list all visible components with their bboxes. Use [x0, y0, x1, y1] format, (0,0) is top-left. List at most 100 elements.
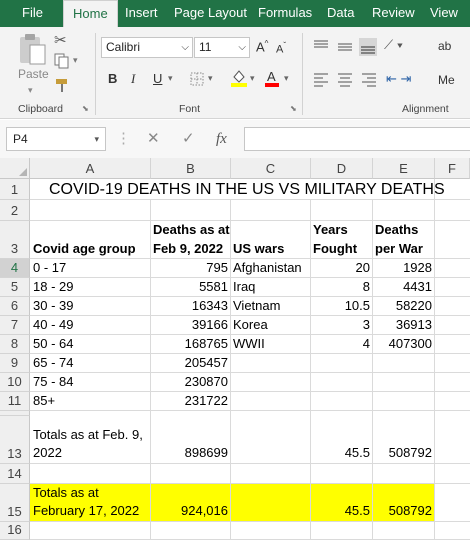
indent-icon[interactable]: ⇤ ⇥ [386, 71, 411, 87]
tab-file[interactable]: File [22, 0, 43, 27]
italic-button[interactable]: I [131, 71, 135, 87]
paste-dropdown-icon[interactable]: ▾ [28, 85, 33, 96]
row-header-13[interactable]: 13 [0, 416, 30, 464]
tab-formulas[interactable]: Formulas [258, 0, 312, 27]
table-cell[interactable]: 230870 [151, 373, 231, 391]
row-header-7[interactable]: 7 [0, 316, 30, 335]
header-us-wars[interactable]: US wars [230, 240, 287, 258]
table-cell[interactable]: 58220 [373, 297, 435, 315]
totals-feb9-label-line1[interactable]: Totals as at Feb. 9, [30, 426, 146, 444]
increase-font-button[interactable]: A^ [256, 39, 268, 54]
table-cell[interactable]: Afghanistan [230, 259, 305, 277]
table-cell[interactable]: 85+ [30, 392, 58, 410]
insert-function-icon[interactable]: fx [216, 127, 227, 151]
decrease-font-button[interactable]: Aˇ [276, 41, 286, 56]
table-cell[interactable]: 231722 [151, 392, 231, 410]
paste-button[interactable] [16, 33, 48, 67]
totals-feb17-label-line2[interactable]: February 17, 2022 [30, 502, 142, 520]
tab-review[interactable]: Review [372, 0, 415, 27]
row-header-4[interactable]: 4 [0, 259, 30, 278]
table-cell[interactable]: Iraq [230, 278, 258, 296]
worksheet-grid[interactable]: A B C D E F 1 2 3 4 5 6 7 8 9 10 11 13 1… [0, 158, 470, 540]
table-cell[interactable]: 795 [151, 259, 231, 277]
totals-feb17-war-deaths[interactable]: 508792 [373, 502, 435, 520]
fill-color-dropdown-icon[interactable]: ▾ [250, 73, 255, 84]
font-name-combo[interactable]: Calibri ⌵ [101, 37, 193, 58]
table-cell[interactable]: 75 - 84 [30, 373, 76, 391]
table-cell[interactable]: 40 - 49 [30, 316, 76, 334]
column-header-e[interactable]: E [373, 158, 435, 179]
font-launcher-icon[interactable]: ⬊ [290, 104, 297, 113]
copy-dropdown-icon[interactable]: ▾ [73, 55, 78, 66]
table-cell[interactable]: 4 [311, 335, 373, 353]
row-header-6[interactable]: 6 [0, 297, 30, 316]
row-header-15[interactable]: 15 [0, 484, 30, 522]
table-cell[interactable]: 168765 [151, 335, 231, 353]
table-cell[interactable]: 205457 [151, 354, 231, 372]
fill-color-button[interactable] [230, 68, 248, 88]
row-header-16[interactable]: 16 [0, 522, 30, 540]
select-all-button[interactable] [0, 158, 30, 179]
sheet-title[interactable]: COVID-19 DEATHS IN THE US VS MILITARY DE… [46, 180, 448, 200]
header-feb-9[interactable]: Feb 9, 2022 [150, 240, 226, 258]
row-header-11[interactable]: 11 [0, 392, 30, 411]
table-cell[interactable]: 65 - 74 [30, 354, 76, 372]
tab-insert[interactable]: Insert [125, 0, 158, 27]
column-header-d[interactable]: D [311, 158, 373, 179]
table-cell[interactable]: 1928 [373, 259, 435, 277]
clipboard-launcher-icon[interactable]: ⬊ [82, 104, 89, 113]
font-color-button[interactable]: A [264, 68, 280, 88]
totals-feb17-deaths[interactable]: 924,016 [151, 502, 231, 520]
table-cell[interactable]: 0 - 17 [30, 259, 69, 277]
table-cell[interactable]: 8 [311, 278, 373, 296]
header-fought[interactable]: Fought [310, 240, 360, 258]
header-years[interactable]: Years [310, 221, 351, 239]
bold-button[interactable]: B [108, 71, 117, 86]
table-cell[interactable]: 18 - 29 [30, 278, 76, 296]
table-cell[interactable]: 39166 [151, 316, 231, 334]
borders-button[interactable] [190, 72, 204, 86]
enter-icon[interactable]: ✓ [182, 127, 195, 151]
format-painter-button[interactable] [54, 77, 70, 93]
cancel-icon[interactable]: ✕ [147, 127, 160, 151]
totals-feb9-deaths[interactable]: 898699 [151, 444, 231, 462]
table-cell[interactable]: 5581 [151, 278, 231, 296]
copy-button[interactable] [53, 53, 71, 69]
row-header-5[interactable]: 5 [0, 278, 30, 297]
table-cell[interactable]: Korea [230, 316, 271, 334]
tab-view[interactable]: View [430, 0, 458, 27]
header-per-war[interactable]: per War [372, 240, 426, 258]
column-header-c[interactable]: C [231, 158, 311, 179]
table-cell[interactable]: Vietnam [230, 297, 283, 315]
row-header-10[interactable]: 10 [0, 373, 30, 392]
cut-icon[interactable]: ✂ [54, 31, 67, 49]
wrap-text-button[interactable]: ab [438, 39, 451, 53]
table-cell[interactable]: 16343 [151, 297, 231, 315]
totals-feb9-war-deaths[interactable]: 508792 [373, 444, 435, 462]
table-cell[interactable]: 10.5 [311, 297, 373, 315]
font-size-combo[interactable]: 11 ⌵ [194, 37, 250, 58]
underline-dropdown-icon[interactable]: ▾ [168, 73, 173, 84]
merge-center-button[interactable]: Me [438, 73, 455, 87]
column-header-f[interactable]: F [435, 158, 470, 179]
table-cell[interactable]: 30 - 39 [30, 297, 76, 315]
column-header-b[interactable]: B [151, 158, 231, 179]
underline-button[interactable]: U [153, 71, 162, 86]
totals-feb17-years[interactable]: 45.5 [311, 502, 373, 520]
table-cell[interactable]: 20 [311, 259, 373, 277]
borders-dropdown-icon[interactable]: ▾ [208, 73, 213, 84]
font-color-dropdown-icon[interactable]: ▾ [284, 73, 289, 84]
header-deaths-as-at[interactable]: Deaths as at [150, 221, 233, 239]
table-cell[interactable]: 50 - 64 [30, 335, 76, 353]
totals-feb9-years[interactable]: 45.5 [311, 444, 373, 462]
totals-feb9-label-line2[interactable]: 2022 [30, 444, 65, 462]
tab-data[interactable]: Data [327, 0, 354, 27]
totals-feb17-label-line1[interactable]: Totals as at [30, 484, 102, 502]
table-cell[interactable]: 407300 [373, 335, 435, 353]
row-header-3[interactable]: 3 [0, 221, 30, 259]
table-cell[interactable]: 4431 [373, 278, 435, 296]
table-cell[interactable]: 36913 [373, 316, 435, 334]
row-header-9[interactable]: 9 [0, 354, 30, 373]
row-header-2[interactable]: 2 [0, 200, 30, 221]
column-header-a[interactable]: A [30, 158, 151, 179]
